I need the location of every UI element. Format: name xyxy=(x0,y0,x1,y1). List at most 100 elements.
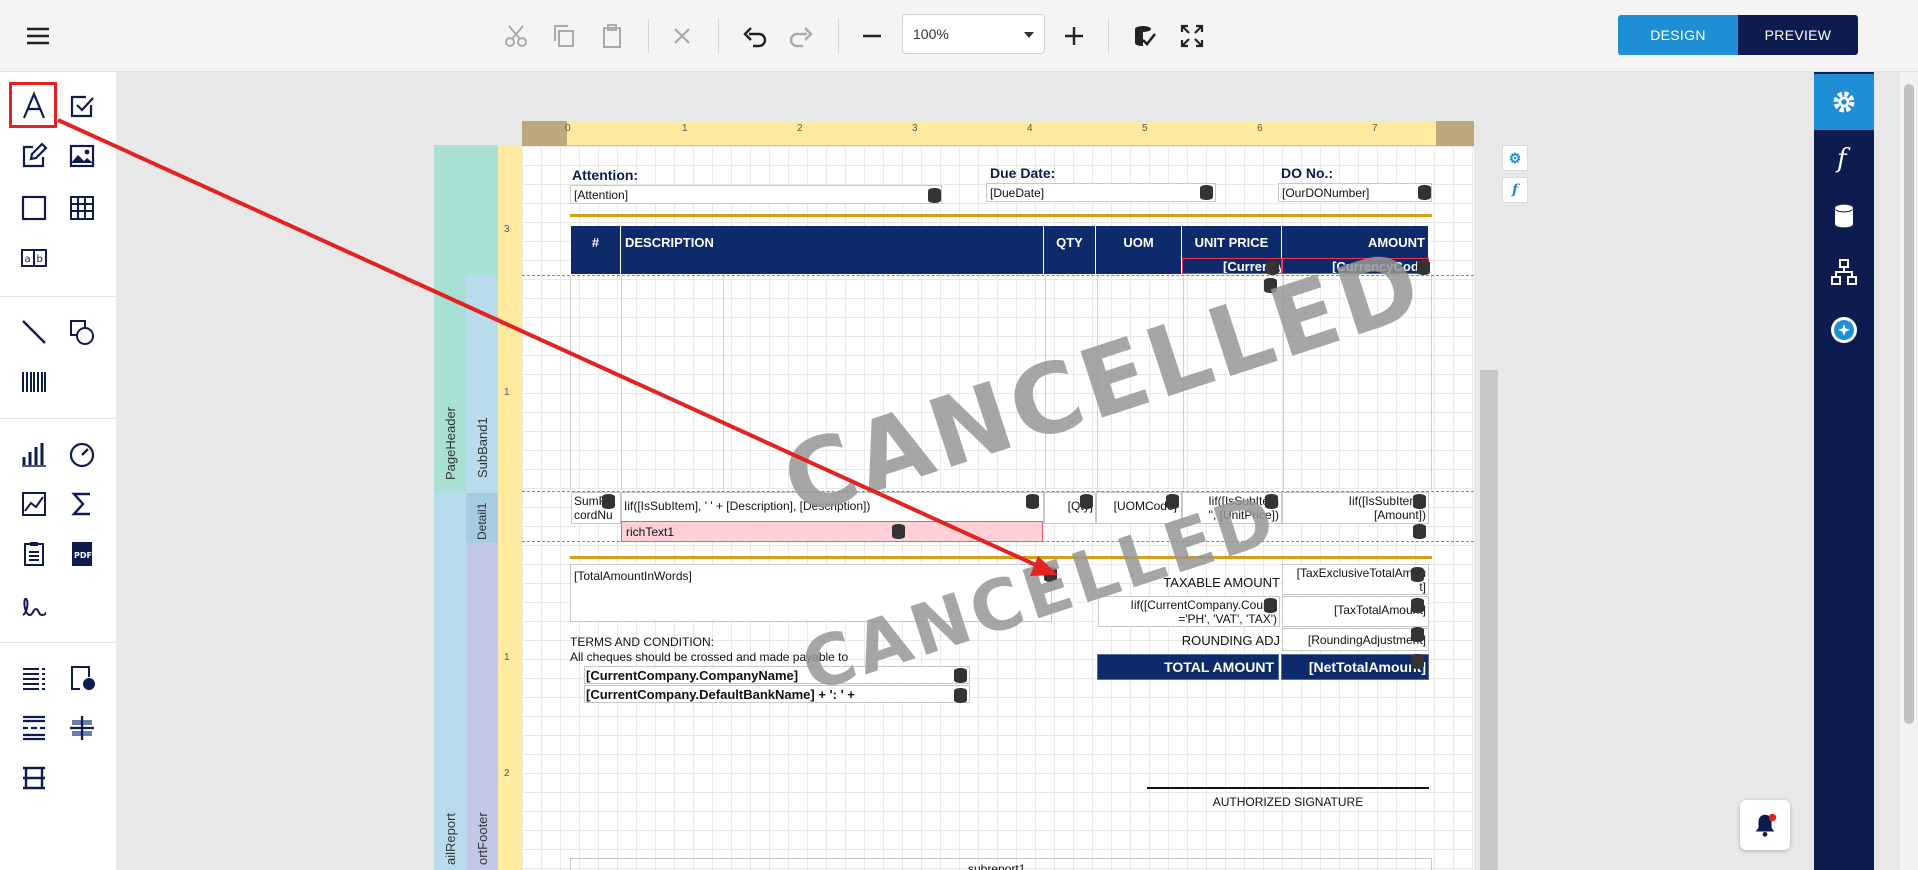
menu-icon[interactable] xyxy=(16,14,60,58)
band-label: ailReport xyxy=(443,812,458,865)
vertical-scrollbar[interactable] xyxy=(1900,72,1918,870)
column-header-uom[interactable]: UOM xyxy=(1096,226,1182,258)
side-panel-tabs: f xyxy=(1814,72,1874,870)
toc-tool-icon[interactable] xyxy=(14,658,54,698)
edit-tool-icon[interactable] xyxy=(14,136,54,176)
gauge-tool-icon[interactable] xyxy=(62,434,102,474)
database-icon xyxy=(602,494,615,509)
panel-tool-icon[interactable] xyxy=(14,188,54,228)
database-icon xyxy=(1413,524,1426,539)
band-detail1[interactable]: Detail1 xyxy=(466,493,498,543)
database-icon xyxy=(954,668,967,683)
band-label: Detail1 xyxy=(475,502,489,540)
ai-assistant-icon[interactable] xyxy=(1814,302,1874,358)
redo-icon[interactable] xyxy=(780,14,824,58)
database-icon xyxy=(1411,567,1424,582)
total-amount-label[interactable]: TOTAL AMOUNT xyxy=(1097,654,1279,680)
properties-gear-icon[interactable] xyxy=(1814,74,1874,130)
tax-exclusive-total-field[interactable]: [TaxExclusiveTotalAmou t] xyxy=(1282,564,1429,595)
rounding-adjustment-label[interactable]: ROUNDING ADJ xyxy=(1098,633,1280,648)
shape-tool-icon[interactable] xyxy=(62,312,102,352)
paste-icon[interactable] xyxy=(590,14,634,58)
svg-text:PDF: PDF xyxy=(74,551,92,560)
do-number-field[interactable]: [OurDONumber] xyxy=(1278,183,1432,202)
due-date-field[interactable]: [DueDate] xyxy=(986,183,1216,202)
toolbar: 100% DESIGN PREVIEW xyxy=(0,0,1918,72)
pdf-content-tool-icon[interactable]: PDF xyxy=(62,534,102,574)
barcode-tool-icon[interactable] xyxy=(14,362,54,402)
selected-tool-highlight xyxy=(9,82,57,128)
column-header-qty[interactable]: QTY xyxy=(1044,226,1096,258)
field-list-database-icon[interactable] xyxy=(1814,188,1874,244)
band-subband1[interactable]: SubBand1 xyxy=(466,275,498,493)
attention-label[interactable]: Attention: xyxy=(572,167,638,183)
character-comb-tool-icon[interactable]: ab xyxy=(14,238,54,278)
due-date-label[interactable]: Due Date: xyxy=(990,165,1055,181)
preview-button[interactable]: PREVIEW xyxy=(1738,15,1858,55)
svg-text:f: f xyxy=(1835,144,1851,173)
line-tool-icon[interactable] xyxy=(14,312,54,352)
database-icon xyxy=(1418,185,1431,200)
cut-icon[interactable] xyxy=(494,14,538,58)
scrollbar-thumb[interactable] xyxy=(1904,84,1914,724)
summary-tool-icon[interactable] xyxy=(62,484,102,524)
checkbox-tool-icon[interactable] xyxy=(62,86,102,126)
column-header-description[interactable]: DESCRIPTION xyxy=(621,226,1044,258)
svg-text:a: a xyxy=(25,254,31,265)
vertical-ruler: 3 1 1 2 xyxy=(498,146,522,870)
copy-icon[interactable] xyxy=(542,14,586,58)
net-total-amount-field[interactable]: [NetTotalAmount] xyxy=(1281,654,1429,680)
band-label: ortFooter xyxy=(475,812,490,865)
database-icon xyxy=(1026,494,1039,509)
rounding-adjustment-field[interactable]: [RoundingAdjustment] xyxy=(1282,628,1429,651)
report-explorer-icon[interactable] xyxy=(1814,244,1874,300)
validate-database-icon[interactable] xyxy=(1122,14,1166,58)
notification-bell-icon[interactable] xyxy=(1740,800,1790,850)
sparkline-tool-icon[interactable] xyxy=(14,484,54,524)
control-expression-icon[interactable]: f xyxy=(1502,177,1528,203)
horizontal-ruler: 0 1 2 3 4 5 6 7 xyxy=(522,121,1474,146)
band-label: PageHeader xyxy=(443,407,458,480)
page-info-tool-icon[interactable] xyxy=(14,534,54,574)
amount-cell[interactable]: Iif([IsSubItem], [Amount]) xyxy=(1282,492,1429,524)
page-break-tool-icon[interactable] xyxy=(14,708,54,748)
undo-icon[interactable] xyxy=(732,14,776,58)
database-icon xyxy=(928,188,941,203)
terms-heading[interactable]: TERMS AND CONDITION: xyxy=(570,635,714,649)
delete-icon[interactable] xyxy=(660,14,704,58)
database-icon xyxy=(1200,185,1213,200)
bank-name-field[interactable]: [CurrentCompany.DefaultBankName] + ': ' … xyxy=(584,685,970,703)
tax-total-field[interactable]: [TaxTotalAmount] xyxy=(1282,596,1429,627)
database-icon xyxy=(1413,494,1426,509)
band-detailreport[interactable]: ailReport xyxy=(434,493,466,870)
chevron-down-icon xyxy=(1024,32,1034,38)
cross-band-box-tool-icon[interactable] xyxy=(14,758,54,798)
table-tool-icon[interactable] xyxy=(62,188,102,228)
fullscreen-icon[interactable] xyxy=(1170,14,1214,58)
database-icon xyxy=(1264,598,1277,613)
chart-tool-icon[interactable] xyxy=(14,434,54,474)
do-number-label[interactable]: DO No.: xyxy=(1281,165,1333,181)
band-reportfooter[interactable]: ortFooter xyxy=(466,543,498,870)
cross-band-line-tool-icon[interactable] xyxy=(62,708,102,748)
subreport-tool-icon[interactable] xyxy=(62,658,102,698)
signature-tool-icon[interactable] xyxy=(14,586,54,626)
subreport-label: subreport1 xyxy=(968,862,1026,870)
control-settings-icon[interactable]: ⚙ xyxy=(1502,145,1528,171)
database-icon xyxy=(1080,494,1093,509)
picture-tool-icon[interactable] xyxy=(62,136,102,176)
design-button[interactable]: DESIGN xyxy=(1618,15,1738,55)
column-header-number[interactable]: # xyxy=(571,226,621,258)
band-label: SubBand1 xyxy=(475,417,490,478)
mode-switch: DESIGN PREVIEW xyxy=(1618,15,1858,55)
zoom-select[interactable]: 100% xyxy=(902,14,1045,54)
zoom-out-icon[interactable] xyxy=(850,14,894,58)
zoom-in-icon[interactable] xyxy=(1052,14,1096,58)
expressions-function-icon[interactable]: f xyxy=(1814,130,1874,186)
authorized-signature-label[interactable]: AUTHORIZED SIGNATURE xyxy=(1147,795,1429,809)
database-icon xyxy=(1411,627,1424,642)
column-header-unit-price[interactable]: UNIT PRICE xyxy=(1182,226,1282,258)
attention-field[interactable]: [Attention] xyxy=(570,185,942,204)
svg-text:b: b xyxy=(37,254,43,265)
canvas-scrollbar[interactable] xyxy=(1480,370,1498,870)
